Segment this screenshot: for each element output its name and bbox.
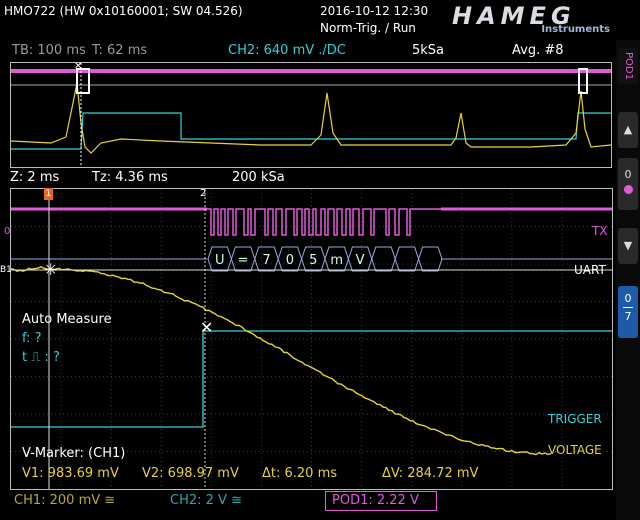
- vmarker-title: V-Marker: (CH1): [22, 446, 125, 461]
- pod-bit-wave: [207, 209, 441, 235]
- vmarker-v1: V1: 983.69 mV: [22, 466, 119, 481]
- scroll-up-button[interactable]: ▲: [618, 112, 638, 148]
- channel-0-label: 0: [4, 226, 10, 237]
- scroll-down-button[interactable]: ▼: [618, 228, 638, 264]
- main-plot: U = 7 0 5 m V ✳ ✕: [11, 189, 612, 489]
- uart-label: UART: [574, 263, 606, 277]
- auto-measure-title: Auto Measure: [22, 312, 112, 327]
- zoom-time[interactable]: Tz: 4.36 ms: [92, 170, 168, 185]
- logo-sub: Instruments: [541, 24, 610, 35]
- uart-char: V: [356, 253, 365, 268]
- up-arrow-icon: ▲: [624, 123, 632, 136]
- hameg-logo: HAMEG Instruments: [452, 2, 612, 38]
- uart-char: U: [215, 253, 225, 268]
- uart-frame-box: [372, 247, 395, 271]
- overview-plot: ✕: [11, 63, 611, 167]
- uart-char: 5: [309, 253, 317, 268]
- position-zero-button[interactable]: 0: [618, 158, 638, 210]
- uart-char: 0: [286, 253, 294, 268]
- range-bottom: 7: [618, 310, 638, 323]
- overview-ch1-trace: [11, 83, 611, 153]
- trigger-time[interactable]: T: 62 ms: [92, 43, 147, 58]
- overview-cross-icon: ✕: [74, 63, 82, 72]
- pod-bit-pattern: [207, 209, 441, 235]
- overview-window[interactable]: ✕: [10, 62, 612, 168]
- v1-cross-icon: ✳: [44, 260, 57, 279]
- v2-cross-icon: ✕: [200, 318, 213, 337]
- measure-pulse-width: t ⎍ : ?: [22, 350, 60, 365]
- bus-b1-label: B1: [0, 265, 12, 275]
- magenta-dot-icon: [624, 185, 633, 194]
- uart-frame-box: [395, 247, 418, 271]
- right-sidebar: POD1 ▲ 0 ▼ 0 7: [616, 40, 640, 520]
- pod1-tab[interactable]: POD1: [618, 48, 638, 84]
- bit-range-button[interactable]: 0 7: [618, 286, 638, 338]
- trigger-label: TRIGGER: [548, 412, 602, 426]
- sample-rate: 5kSa: [412, 43, 444, 58]
- uart-decode-row: U = 7 0 5 m V: [11, 247, 612, 271]
- range-divider: [623, 307, 633, 308]
- voltage-label: VOLTAGE: [548, 443, 602, 457]
- marker-2-flag[interactable]: 2: [200, 188, 206, 199]
- trigger-state: Norm-Trig. / Run: [320, 21, 416, 35]
- zoom-factor[interactable]: Z: 2 ms: [10, 170, 59, 185]
- ch2-scale[interactable]: CH2: 2 V ≅: [170, 493, 242, 508]
- main-plot-window[interactable]: U = 7 0 5 m V ✳ ✕: [10, 188, 613, 490]
- measure-frequency: f: ?: [22, 331, 42, 346]
- uart-char: m: [330, 253, 343, 268]
- datetime: 2016-10-12 12:30: [320, 4, 428, 18]
- grid: [11, 189, 612, 489]
- down-arrow-icon: ▼: [624, 239, 632, 252]
- pod1-threshold[interactable]: POD1: 2.22 V: [332, 493, 419, 508]
- vmarker-delta-t: Δt: 6.20 ms: [262, 466, 337, 481]
- device-title: HMO722 (HW 0x10160001; SW 04.526): [4, 4, 243, 18]
- zoom-sample-rate: 200 kSa: [232, 170, 285, 185]
- ch2-setting[interactable]: CH2: 640 mV ./DC: [228, 43, 346, 58]
- vmarker-v2: V2: 698.97 mV: [142, 466, 239, 481]
- uart-char: 7: [262, 253, 270, 268]
- uart-char: =: [238, 253, 249, 268]
- zero-label: 0: [618, 168, 638, 181]
- marker-1-flag[interactable]: 1: [44, 188, 53, 200]
- range-top: 0: [618, 292, 638, 305]
- tx-label: TX: [592, 224, 608, 238]
- vmarker-delta-v: ΔV: 284.72 mV: [382, 466, 478, 481]
- uart-frame-box: [419, 247, 442, 271]
- timebase[interactable]: TB: 100 ms: [12, 43, 86, 58]
- average-count[interactable]: Avg. #8: [512, 43, 564, 58]
- ch1-scale[interactable]: CH1: 200 mV ≅: [14, 493, 115, 508]
